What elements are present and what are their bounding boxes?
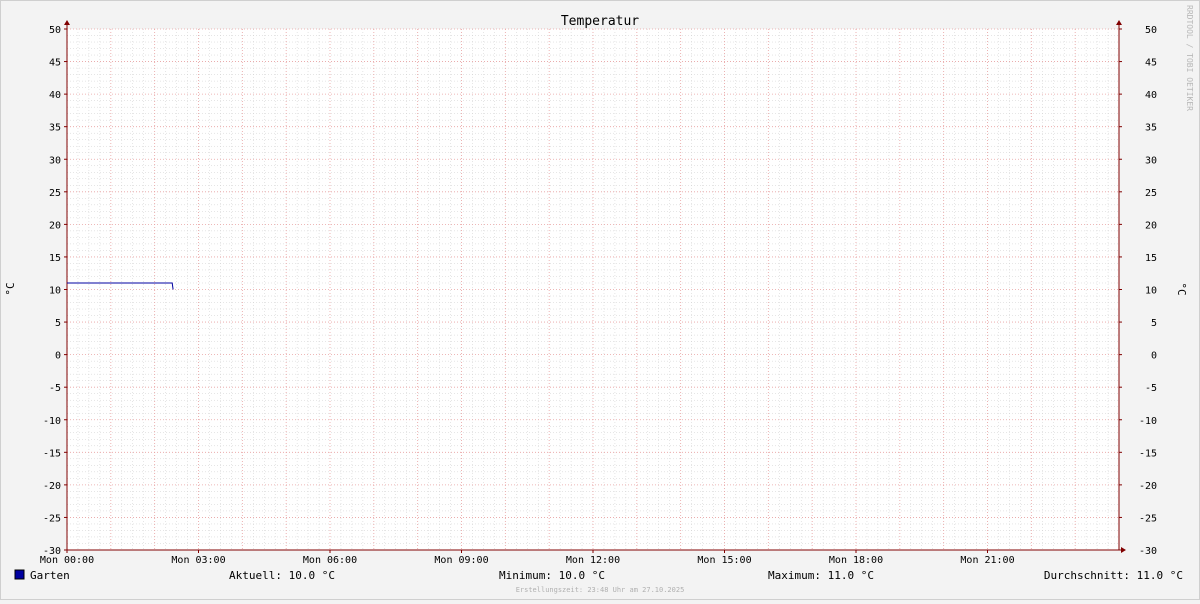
x-tick-label: Mon 06:00 [303,555,357,566]
y-tick-label-right: -5 [1145,383,1157,394]
y-tick-label-right: 35 [1145,123,1157,134]
x-tick-label: Mon 21:00 [960,555,1014,566]
y-tick-label-left: 20 [49,220,61,231]
y-tick-label-right: -20 [1139,481,1157,492]
y-tick-label-left: 10 [49,286,61,297]
y-tick-label-left: -5 [49,383,61,394]
y-tick-label-left: 25 [49,188,61,199]
y-tick-label-left: 30 [49,155,61,166]
y-tick-label-right: 10 [1145,286,1157,297]
y-tick-label-right: 50 [1145,25,1157,36]
x-tick-label: Mon 00:00 [40,555,94,566]
legend-swatch-garten [14,569,25,580]
y-axis-arrow-right [1116,20,1122,25]
y-tick-label-left: 0 [55,351,61,362]
legend-aktuell: Aktuell: 10.0 °C [229,569,335,582]
y-tick-label-right: 25 [1145,188,1157,199]
temperature-chart: -30-25-20-15-10-505101520253035404550 -3… [4,5,1194,594]
legend-durchschnitt: Durchschnitt: 11.0 °C [1044,569,1183,582]
y-tick-label-left: 5 [55,318,61,329]
y-tick-label-left: 45 [49,58,61,69]
y-tick-label-right: -25 [1139,513,1157,524]
y-tick-label-left: -25 [43,513,61,524]
legend-minimum: Minimum: 10.0 °C [499,569,605,582]
footer-creation-time: Erstellungszeit: 23:48 Uhr am 27.10.2025 [516,586,685,594]
x-tick-label: Mon 12:00 [566,555,620,566]
y-tick-label-right: 20 [1145,220,1157,231]
legend-series-name: Garten [30,569,70,582]
watermark: RRDTOOL / TOBI OETIKER [1185,5,1194,111]
x-tick-label: Mon 03:00 [171,555,225,566]
chart-container: -30 -25 -20 -15 -10 -5 0 5 10 15 20 25 30 35 40 45 50 -3… [0,0,1200,600]
y-ticks-right: -30 -25 -20 -15 -10 -5 0 5 10 15 20 25 30 35 40 45 50 [1119,25,1157,557]
x-tick-label: Mon 09:00 [434,555,488,566]
y-tick-label-left: 50 [49,25,61,36]
y-tick-label-right: -10 [1139,416,1157,427]
y-tick-label-left: 40 [49,90,61,101]
y-tick-label-right: 15 [1145,253,1157,264]
y-axis-arrow-left [64,20,70,25]
y-tick-label-right: 40 [1145,90,1157,101]
y-tick-label-left: -15 [43,448,61,459]
x-ticks: Mon 00:00 Mon 03:00 Mon 06:00 Mon 09:00 Mon … [40,550,1015,566]
y-tick-label-right: -30 [1139,546,1157,557]
y-tick-label-right: -15 [1139,448,1157,459]
y-tick-label-right: 45 [1145,58,1157,69]
y-axis-label-left: °C [4,282,17,295]
legend-maximum: Maximum: 11.0 °C [768,569,874,582]
y-tick-label-left: -10 [43,416,61,427]
y-ticks-left: -30-25-20-15-10-505101520253035404550 [43,25,67,557]
y-tick-label-left: 35 [49,123,61,134]
y-tick-label-right: 5 [1151,318,1157,329]
y-tick-label-right: 0 [1151,351,1157,362]
x-tick-label: Mon 18:00 [829,555,883,566]
chart-title: Temperatur [561,14,639,29]
y-tick-label-left: -20 [43,481,61,492]
y-axis-label-right: °C [1175,282,1188,295]
x-tick-label: Mon 15:00 [697,555,751,566]
y-tick-label-right: 30 [1145,155,1157,166]
y-tick-label-left: 15 [49,253,61,264]
